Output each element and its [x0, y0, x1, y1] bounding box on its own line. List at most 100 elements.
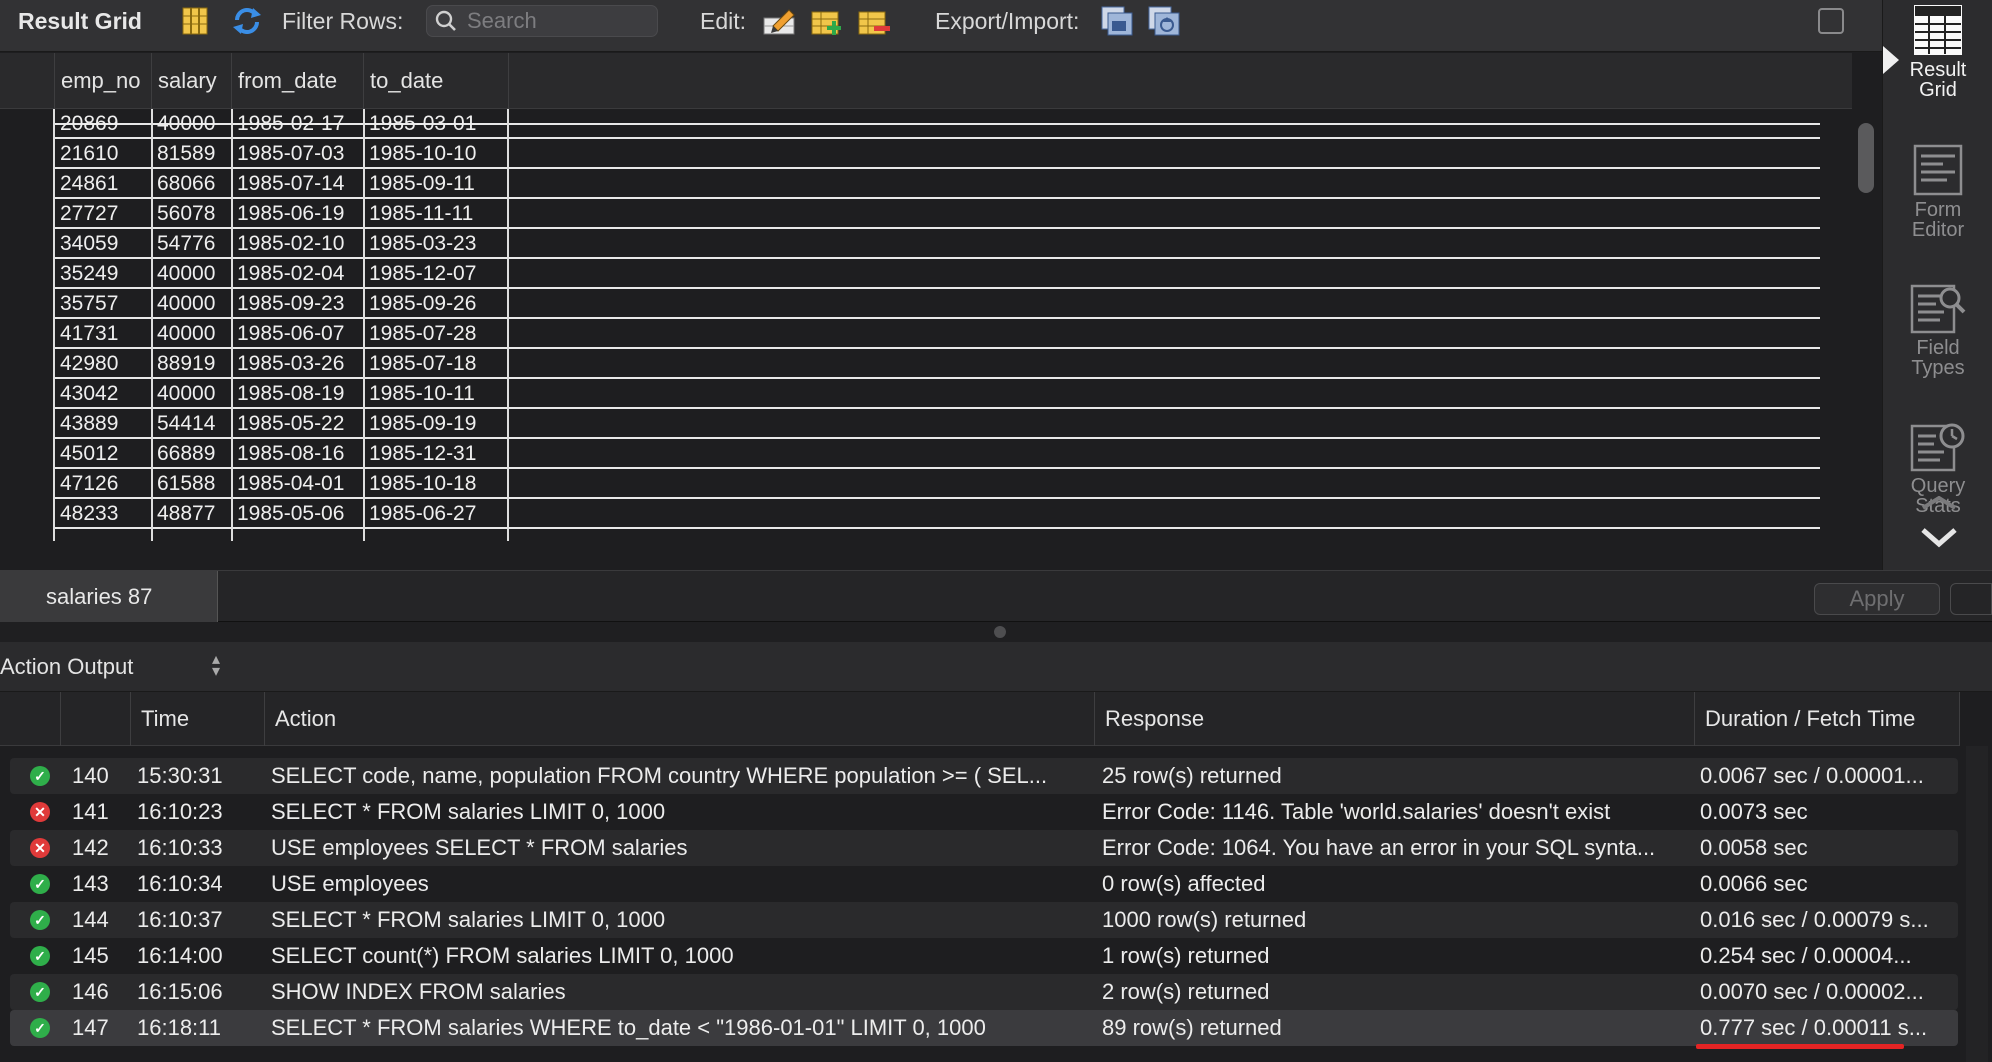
- table-row[interactable]: 45012 66889 1985-08-16 1985-12-31: [0, 439, 1830, 469]
- search-input[interactable]: [465, 7, 645, 35]
- insert-row-icon[interactable]: [811, 4, 845, 38]
- revert-button[interactable]: [1950, 583, 1992, 615]
- table-cell-to-date[interactable]: 1985-09-26: [364, 289, 476, 319]
- select-updown-icon[interactable]: ▴ ▾: [212, 652, 220, 680]
- table-row[interactable]: 21610 81589 1985-07-03 1985-10-10: [0, 139, 1830, 169]
- table-cell-salary[interactable]: 54776: [152, 229, 215, 259]
- chevron-down-icon[interactable]: [1919, 526, 1959, 548]
- table-row[interactable]: 20869 40000 1985-02-17 1985-03-01: [0, 109, 1830, 139]
- filter-search-box[interactable]: [426, 5, 658, 37]
- table-cell-emp-no[interactable]: 43042: [55, 379, 118, 409]
- table-cell-emp-no[interactable]: 20869: [55, 109, 118, 139]
- output-scrollbar[interactable]: [1966, 746, 1988, 1062]
- table-cell-salary[interactable]: 56078: [152, 199, 215, 229]
- table-cell-to-date[interactable]: 1985-09-19: [364, 409, 476, 439]
- table-row[interactable]: 43042 40000 1985-08-19 1985-10-11: [0, 379, 1830, 409]
- table-row[interactable]: 41731 40000 1985-06-07 1985-07-28: [0, 319, 1830, 349]
- output-row[interactable]: ✕ 141 16:10:23 SELECT * FROM salaries LIMIT…: [10, 794, 1958, 830]
- table-cell-to-date[interactable]: 1985-03-01: [364, 109, 476, 139]
- table-cell-from-date[interactable]: 1985-08-19: [232, 379, 344, 409]
- table-cell-salary[interactable]: 40000: [152, 379, 215, 409]
- table-cell-emp-no[interactable]: 27727: [55, 199, 118, 229]
- table-cell-emp-no[interactable]: 35757: [55, 289, 118, 319]
- splitter-handle-icon[interactable]: [994, 626, 1006, 638]
- table-cell-from-date[interactable]: 1985-03-26: [232, 349, 344, 379]
- table-row[interactable]: 27727 56078 1985-06-19 1985-11-11: [0, 199, 1830, 229]
- side-item-result-grid[interactable]: Result Grid: [1883, 4, 1992, 100]
- table-row[interactable]: 47126 61588 1985-04-01 1985-10-18: [0, 469, 1830, 499]
- output-row[interactable]: ✓ 144 16:10:37 SELECT * FROM salaries LIMIT…: [10, 902, 1958, 938]
- table-cell-salary[interactable]: 54414: [152, 409, 215, 439]
- table-cell-salary[interactable]: 48877: [152, 499, 215, 529]
- grid-columns-icon[interactable]: [178, 4, 212, 38]
- toggle-panel-icon[interactable]: [1818, 8, 1844, 34]
- import-icon[interactable]: [1147, 4, 1181, 38]
- table-cell-emp-no[interactable]: 48233: [55, 499, 118, 529]
- table-cell-salary[interactable]: 66889: [152, 439, 215, 469]
- table-row[interactable]: 35757 40000 1985-09-23 1985-09-26: [0, 289, 1830, 319]
- output-col-time[interactable]: Time: [130, 692, 264, 746]
- table-cell-emp-no[interactable]: 42980: [55, 349, 118, 379]
- table-cell-emp-no[interactable]: 41731: [55, 319, 118, 349]
- table-cell-to-date[interactable]: 1985-03-23: [364, 229, 476, 259]
- table-cell-from-date[interactable]: 1985-02-04: [232, 259, 344, 289]
- output-col-duration[interactable]: Duration / Fetch Time: [1694, 692, 1960, 746]
- table-cell-to-date[interactable]: 1985-09-11: [364, 169, 475, 199]
- output-row[interactable]: ✓ 147 16:18:11 SELECT * FROM salaries WHERE…: [10, 1010, 1958, 1046]
- table-cell-to-date[interactable]: 1985-10-18: [364, 469, 476, 499]
- table-cell-emp-no[interactable]: 47126: [55, 469, 118, 499]
- table-cell-salary[interactable]: 81589: [152, 139, 215, 169]
- table-cell-from-date[interactable]: 1985-02-10: [232, 229, 344, 259]
- export-icon[interactable]: [1100, 4, 1134, 38]
- table-cell-from-date[interactable]: 1985-07-14: [232, 169, 344, 199]
- table-row[interactable]: 34059 54776 1985-02-10 1985-03-23: [0, 229, 1830, 259]
- table-cell-emp-no[interactable]: 34059: [55, 229, 118, 259]
- action-output-select[interactable]: Action Output: [0, 654, 133, 680]
- table-cell-to-date[interactable]: 1985-10-10: [364, 139, 476, 169]
- table-cell-salary[interactable]: 40000: [152, 109, 215, 139]
- chevron-up-icon[interactable]: [1919, 496, 1959, 510]
- table-cell-salary[interactable]: 40000: [152, 259, 215, 289]
- table-row[interactable]: 42980 88919 1985-03-26 1985-07-18: [0, 349, 1830, 379]
- table-cell-to-date[interactable]: 1985-07-18: [364, 349, 476, 379]
- edit-row-icon[interactable]: [763, 4, 797, 38]
- side-item-field-types[interactable]: Field Types: [1883, 282, 1992, 378]
- output-row[interactable]: ✓ 143 16:10:34 USE employees 0 row(s) affect…: [10, 866, 1958, 902]
- output-row[interactable]: ✓ 140 15:30:31 SELECT code, name, populatio…: [10, 758, 1958, 794]
- table-cell-emp-no[interactable]: 21610: [55, 139, 118, 169]
- table-cell-from-date[interactable]: 1985-05-06: [232, 499, 344, 529]
- panel-splitter[interactable]: [0, 622, 1992, 642]
- table-cell-from-date[interactable]: 1985-04-01: [232, 469, 344, 499]
- table-cell-to-date[interactable]: 1985-12-07: [364, 259, 476, 289]
- output-row[interactable]: ✓ 146 16:15:06 SHOW INDEX FROM salaries 2 ro…: [10, 974, 1958, 1010]
- output-col-action[interactable]: Action: [264, 692, 1094, 746]
- table-cell-from-date[interactable]: 1985-02-17: [232, 109, 344, 139]
- table-cell-from-date[interactable]: 1985-06-07: [232, 319, 344, 349]
- refresh-icon[interactable]: [230, 4, 264, 38]
- table-cell-to-date[interactable]: 1985-12-31: [364, 439, 476, 469]
- table-row[interactable]: 43889 54414 1985-05-22 1985-09-19: [0, 409, 1830, 439]
- table-cell-salary[interactable]: 68066: [152, 169, 215, 199]
- table-row[interactable]: 35249 40000 1985-02-04 1985-12-07: [0, 259, 1830, 289]
- table-cell-salary[interactable]: 40000: [152, 319, 215, 349]
- table-cell-to-date[interactable]: 1985-10-11: [364, 379, 475, 409]
- table-cell-to-date[interactable]: 1985-07-28: [364, 319, 476, 349]
- output-row[interactable]: ✕ 142 16:10:33 USE employees SELECT * FROM …: [10, 830, 1958, 866]
- column-header-emp-no[interactable]: emp_no: [55, 53, 152, 109]
- grid-scrollbar[interactable]: [1858, 123, 1874, 193]
- table-cell-to-date[interactable]: 1985-06-27: [364, 499, 476, 529]
- table-cell-from-date[interactable]: 1985-05-22: [232, 409, 344, 439]
- table-cell-salary[interactable]: 40000: [152, 289, 215, 319]
- table-cell-salary[interactable]: 88919: [152, 349, 215, 379]
- table-cell-from-date[interactable]: 1985-09-23: [232, 289, 344, 319]
- table-cell-emp-no[interactable]: 43889: [55, 409, 118, 439]
- column-header-to-date[interactable]: to_date: [364, 53, 509, 109]
- table-cell-from-date[interactable]: 1985-07-03: [232, 139, 344, 169]
- apply-button[interactable]: Apply: [1814, 583, 1940, 615]
- table-row[interactable]: 24861 68066 1985-07-14 1985-09-11: [0, 169, 1830, 199]
- tab-salaries[interactable]: salaries 87: [0, 571, 218, 623]
- table-cell-emp-no[interactable]: 45012: [55, 439, 118, 469]
- output-row[interactable]: ✓ 145 16:14:00 SELECT count(*) FROM salarie…: [10, 938, 1958, 974]
- column-header-from-date[interactable]: from_date: [232, 53, 364, 109]
- table-cell-emp-no[interactable]: 24861: [55, 169, 118, 199]
